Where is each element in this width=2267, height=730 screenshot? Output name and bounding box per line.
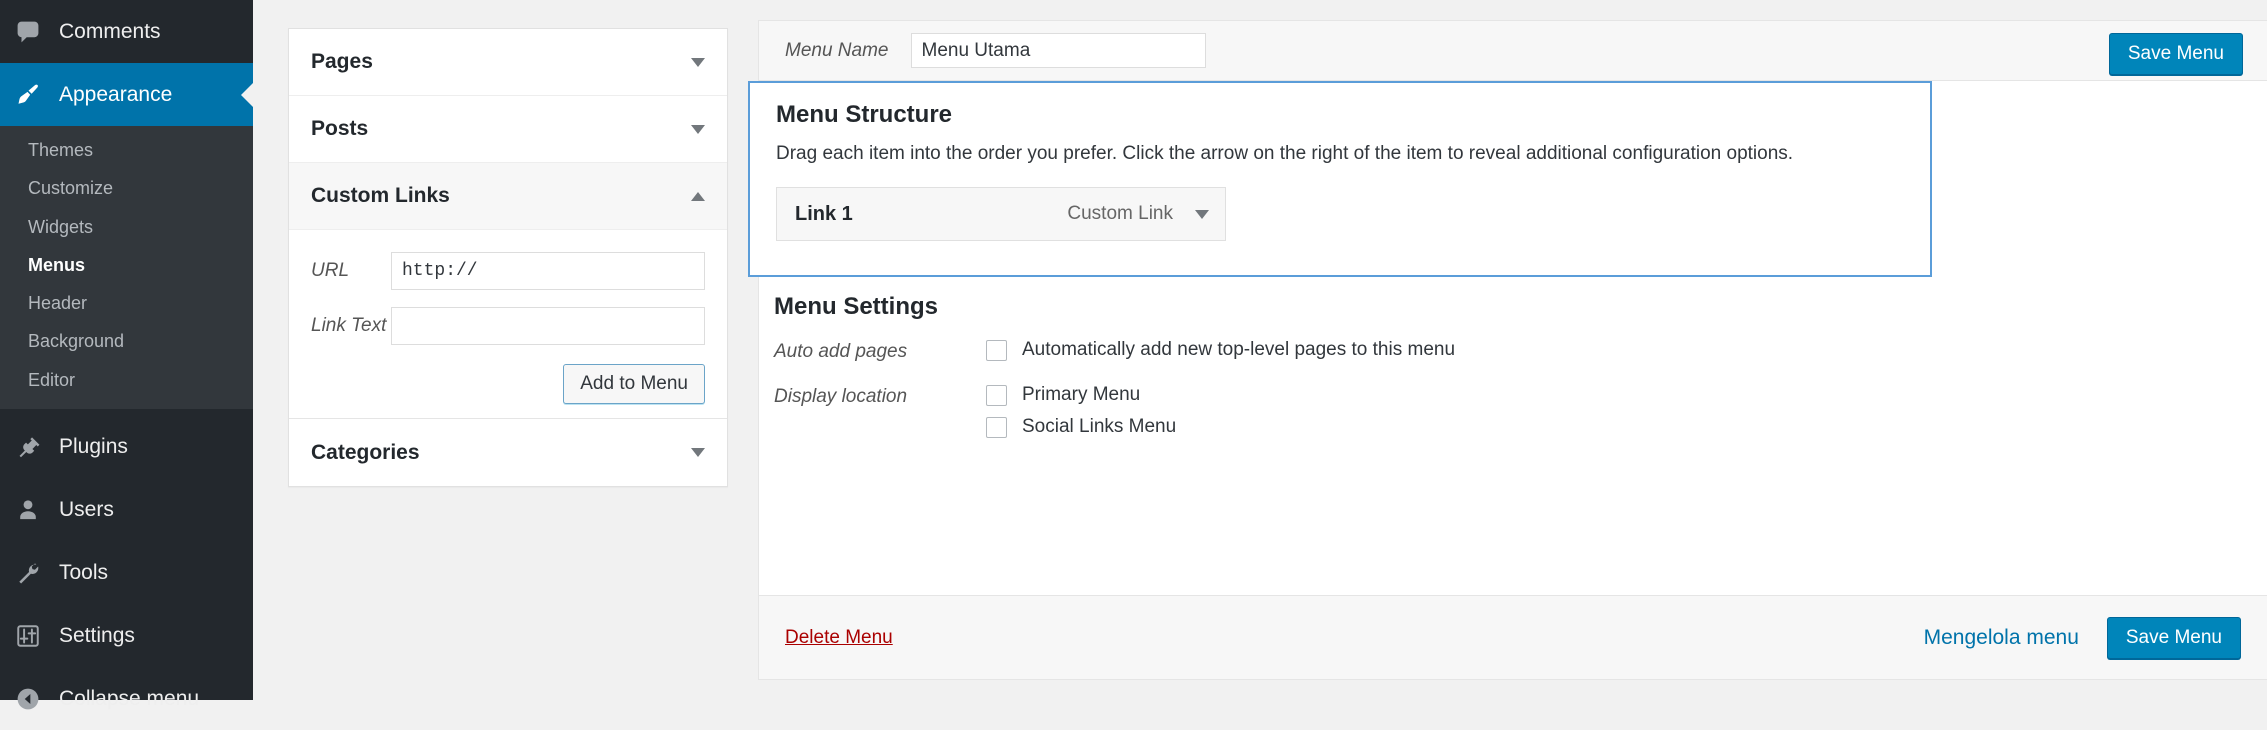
manage-menu-link[interactable]: Mengelola menu xyxy=(1924,626,2079,650)
auto-add-pages-checkbox[interactable] xyxy=(986,339,1007,361)
url-field-row: URL xyxy=(311,252,705,290)
sidebar-subitem-widgets[interactable]: Widgets xyxy=(0,208,253,246)
menu-structure-description: Drag each item into the order you prefer… xyxy=(776,143,1794,164)
accordion-title: Categories xyxy=(311,440,420,464)
menu-item-type: Custom Link xyxy=(1067,203,1173,224)
chevron-down-icon[interactable] xyxy=(1195,209,1209,219)
sidebar-item-label: Settings xyxy=(59,623,135,647)
add-menu-items-accordion: Pages Posts Custom Links URL Link Text A… xyxy=(288,28,728,487)
sidebar-subitem-themes[interactable]: Themes xyxy=(0,131,253,169)
save-menu-button-bottom[interactable]: Save Menu xyxy=(2106,616,2241,659)
sidebar-item-users[interactable]: Users xyxy=(0,478,253,541)
sidebar-item-comments[interactable]: Comments xyxy=(0,0,253,63)
sidebar-item-label: Collapse menu xyxy=(59,686,200,710)
accordion-header-categories[interactable]: Categories xyxy=(289,419,727,486)
primary-menu-checkbox[interactable] xyxy=(986,384,1007,406)
sidebar-item-label: Users xyxy=(59,497,114,521)
sidebar-item-collapse-menu[interactable]: Collapse menu xyxy=(0,667,253,730)
accordion-header-pages[interactable]: Pages xyxy=(289,29,727,96)
sidebar-subitem-customize[interactable]: Customize xyxy=(0,169,253,207)
sliders-icon xyxy=(15,623,47,649)
menu-item-row[interactable]: Link 1 Custom Link xyxy=(776,187,1226,241)
sidebar-lower-group: Plugins Users Tools Settings Collapse me… xyxy=(0,409,253,730)
custom-links-panel-body: URL Link Text Add to Menu xyxy=(289,230,727,419)
sidebar-item-appearance[interactable]: Appearance xyxy=(0,63,253,126)
accordion-header-posts[interactable]: Posts xyxy=(289,96,727,163)
menu-name-label: Menu Name xyxy=(785,39,889,61)
menu-settings-title: Menu Settings xyxy=(774,293,939,320)
link-text-label: Link Text xyxy=(311,315,387,336)
sidebar-item-settings[interactable]: Settings xyxy=(0,604,253,667)
auto-add-pages-label: Auto add pages xyxy=(774,341,908,362)
delete-menu-link[interactable]: Delete Menu xyxy=(785,627,893,649)
menu-editor-footer: Delete Menu Mengelola menu Save Menu xyxy=(759,595,2267,679)
display-location-options: Primary Menu Social Links Menu xyxy=(986,384,1176,448)
menu-settings-section: Menu Settings Auto add pages Automatical… xyxy=(774,293,2267,461)
accordion-title: Pages xyxy=(311,50,373,73)
add-to-menu-button[interactable]: Add to Menu xyxy=(563,364,705,404)
sidebar-subitem-editor[interactable]: Editor xyxy=(0,361,253,399)
social-links-menu-checkbox-line[interactable]: Social Links Menu xyxy=(986,416,1176,438)
chevron-down-icon xyxy=(691,57,705,67)
chevron-up-icon xyxy=(691,191,705,201)
url-label: URL xyxy=(311,260,350,281)
paintbrush-icon xyxy=(15,82,47,108)
sidebar-item-label: Comments xyxy=(59,19,161,43)
sidebar-item-label: Appearance xyxy=(59,82,173,106)
menu-structure-title: Menu Structure xyxy=(776,101,953,128)
menu-name-bar: Menu Name Save Menu xyxy=(759,21,2267,81)
link-text-input[interactable] xyxy=(391,307,705,345)
link-text-field-row: Link Text xyxy=(311,307,705,345)
accordion-header-custom-links[interactable]: Custom Links xyxy=(289,163,727,230)
custom-links-actions: Add to Menu xyxy=(311,362,705,404)
auto-add-pages-options: Automatically add new top-level pages to… xyxy=(986,339,1455,371)
sidebar-subitem-background[interactable]: Background xyxy=(0,322,253,360)
footer-actions: Mengelola menu Save Menu xyxy=(1924,616,2241,659)
menu-structure-section: Menu Structure Drag each item into the o… xyxy=(748,81,1932,277)
chevron-down-icon xyxy=(691,448,705,457)
menu-item-meta: Custom Link xyxy=(1067,203,1209,225)
social-links-menu-checkbox[interactable] xyxy=(986,416,1007,438)
social-links-menu-label: Social Links Menu xyxy=(1022,416,1177,437)
display-location-row: Display location Primary Menu Social Lin… xyxy=(774,384,2267,448)
chevron-down-icon xyxy=(691,124,705,134)
menu-item-title: Link 1 xyxy=(795,202,853,225)
menu-name-input[interactable] xyxy=(910,33,1206,68)
display-location-label: Display location xyxy=(774,386,908,407)
primary-menu-checkbox-line[interactable]: Primary Menu xyxy=(986,384,1176,406)
save-menu-button-top[interactable]: Save Menu xyxy=(2108,33,2243,75)
menu-editor-panel: Menu Name Save Menu Menu Structure Drag … xyxy=(748,20,2267,680)
auto-add-pages-checkbox-line[interactable]: Automatically add new top-level pages to… xyxy=(986,339,1455,361)
wrench-icon xyxy=(15,560,47,586)
comment-icon xyxy=(15,19,47,45)
auto-add-pages-row: Auto add pages Automatically add new top… xyxy=(774,339,2267,371)
accordion-title: Posts xyxy=(311,117,369,140)
primary-menu-label: Primary Menu xyxy=(1022,384,1141,405)
sidebar-item-plugins[interactable]: Plugins xyxy=(0,415,253,478)
url-input[interactable] xyxy=(391,252,705,290)
plug-icon xyxy=(15,434,47,460)
user-icon xyxy=(15,497,47,523)
sidebar-item-label: Tools xyxy=(59,560,109,584)
admin-sidebar: Comments Appearance Themes Customize Wid… xyxy=(0,0,253,710)
sidebar-item-label: Plugins xyxy=(59,434,128,458)
sidebar-subitem-header[interactable]: Header xyxy=(0,284,253,322)
collapse-arrow-icon xyxy=(15,686,47,712)
accordion-title: Custom Links xyxy=(311,184,450,207)
sidebar-item-tools[interactable]: Tools xyxy=(0,541,253,604)
sidebar-subitem-menus[interactable]: Menus xyxy=(0,246,253,284)
auto-add-pages-checkbox-label: Automatically add new top-level pages to… xyxy=(1022,339,1456,360)
appearance-submenu: Themes Customize Widgets Menus Header Ba… xyxy=(0,126,253,410)
